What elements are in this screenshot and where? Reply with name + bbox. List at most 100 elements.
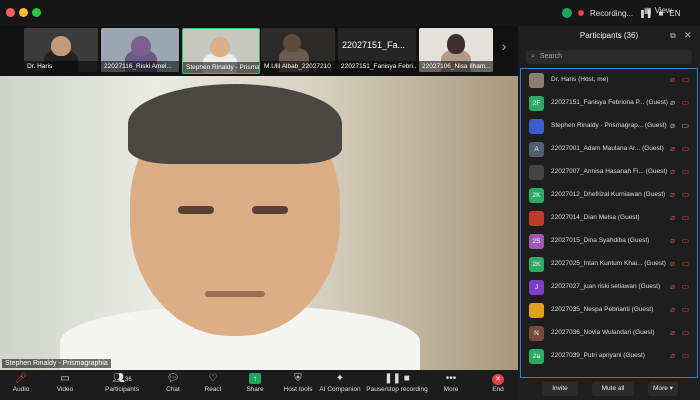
camera-off-icon[interactable]: ▭ (681, 324, 689, 342)
mic-muted-icon[interactable]: ⌀ (670, 140, 675, 158)
mute-all-button[interactable]: Mute all (592, 382, 634, 396)
speaker-hair (128, 84, 342, 164)
participant-row[interactable]: N 22027036_Novia Wulandari (Guest) ⌀ ▭ (527, 324, 693, 342)
maximize-window-button[interactable] (32, 8, 41, 17)
toolbar-label: More (443, 386, 459, 393)
video-thumbnail[interactable]: Dr. Haris (24, 28, 98, 72)
participant-row[interactable]: 2S 22027015_Dina Syahdiba (Guest) ⌀ ▭ (527, 232, 693, 250)
participants-icon: 👥︎36 (112, 373, 132, 384)
thumbnail-name: M.Ulil Albab_22027210 (261, 61, 335, 72)
camera-off-icon[interactable]: ▭ (681, 71, 689, 89)
host-tools-button[interactable]: ⛨ Host tools (280, 372, 316, 398)
participant-row[interactable]: A 22027001_Adam Maulana Ar... (Guest) ⌀ ▭ (527, 140, 693, 158)
more-options-button[interactable]: More ▾ (648, 382, 678, 396)
pause-stop-icon: ❚❚ ■ (384, 373, 410, 384)
mic-muted-icon[interactable]: ⌀ (670, 255, 675, 273)
camera-off-icon[interactable]: ▭ (681, 278, 689, 296)
speaker-right-eye (252, 206, 288, 214)
minimize-window-button[interactable] (19, 8, 28, 17)
video-thumbnail-active-speaker[interactable]: Stephen Rinaldy - Prisma... (182, 28, 260, 74)
toolbar-label: AI Companion (319, 386, 361, 393)
participant-row[interactable]: 2K 22027025_Intan Kuntum Khai... (Guest) ⌀… (527, 255, 693, 273)
thumbnail-name: Dr. Haris (24, 61, 98, 72)
participant-row[interactable]: Dr. Haris (Host, me) ⌀ ▭ (527, 71, 693, 89)
participant-row[interactable]: 22027035_Nespa Pebrianti (Guest) ⌀ ▭ (527, 301, 693, 319)
more-button[interactable]: ••• More (436, 372, 466, 398)
speaker-mouth (205, 291, 265, 297)
participants-panel: Participants (36) ⧉ ✕ ⌕ Search Dr. Haris… (518, 26, 700, 400)
mic-on-icon[interactable]: ⌀ (670, 117, 675, 135)
end-button[interactable]: ✕ End (484, 372, 512, 398)
main-video: Stephen Rinaldy - Prismagraphia (0, 76, 518, 370)
video-thumbnail-off[interactable]: 22027151_Fa... 22027151_Fanisya Febri... (338, 28, 416, 72)
participants-list[interactable]: Dr. Haris (Host, me) ⌀ ▭ 2F 22027151_Fanisy… (520, 68, 698, 378)
close-window-button[interactable] (6, 8, 15, 17)
camera-off-icon[interactable]: ▭ (681, 163, 689, 181)
toolbar-label: Share (246, 386, 264, 393)
more-icon: ••• (445, 373, 457, 384)
active-speaker-label: Stephen Rinaldy - Prismagraphia (2, 359, 111, 368)
participant-row[interactable]: 22027007_Annisa Hasanah Fi... (Guest) ⌀ ▭ (527, 163, 693, 181)
participant-row[interactable]: 22027014_Dian Melsa (Guest) ⌀ ▭ (527, 209, 693, 227)
view-button[interactable]: ▦ View (644, 6, 672, 15)
mic-muted-icon[interactable]: ⌀ (670, 278, 675, 296)
chat-icon: 💬︎ (166, 373, 180, 384)
camera-off-icon[interactable]: ▭ (681, 94, 689, 112)
react-button[interactable]: ♡ React (198, 372, 228, 398)
end-icon: ✕ (484, 372, 512, 386)
next-page-arrow-icon[interactable]: › (497, 38, 511, 60)
participant-row[interactable]: J 22027027_juan riski setiawan (Guest) ⌀ ▭ (527, 278, 693, 296)
recording-dot-icon (578, 10, 584, 16)
mic-muted-icon[interactable]: ⌀ (670, 232, 675, 250)
participant-row[interactable]: 2a 22027039_Putri apriyani (Guest) ⌀ ▭ (527, 347, 693, 365)
participants-button[interactable]: 👥︎36 Participants (100, 372, 144, 398)
avatar (529, 303, 544, 318)
camera-off-icon[interactable]: ▭ (681, 140, 689, 158)
ai-companion-button[interactable]: ✦ AI Companion (318, 372, 362, 398)
microphone-muted-icon: 🎤︎ (14, 373, 28, 384)
avatar (529, 211, 544, 226)
invite-button[interactable]: Invite (542, 382, 578, 396)
mic-muted-icon[interactable]: ⌀ (670, 347, 675, 365)
avatar (529, 73, 544, 88)
speaker-left-eye (178, 206, 214, 214)
participant-row[interactable]: 2F 22027151_Fanisya Febriona P... (Guest)… (527, 94, 693, 112)
camera-off-icon[interactable]: ▭ (681, 301, 689, 319)
avatar: J (529, 280, 544, 295)
mic-on-icon[interactable]: ⌀ (670, 94, 675, 112)
camera-on-icon[interactable]: ▭ (681, 117, 689, 135)
pause-stop-recording-button[interactable]: ❚❚ ■ Pause/stop recording (364, 372, 430, 398)
pop-out-icon[interactable]: ⧉ (670, 31, 676, 41)
share-button[interactable]: ↑ Share (240, 372, 270, 398)
video-thumbnail[interactable]: M.Ulil Albab_22027210 (261, 28, 335, 72)
camera-off-icon[interactable]: ▭ (681, 186, 689, 204)
camera-off-icon[interactable]: ▭ (681, 232, 689, 250)
toolbar-label: Participants (105, 386, 139, 393)
avatar (529, 165, 544, 180)
security-shield-icon (562, 8, 572, 18)
participant-row[interactable]: 2K 22027012_Dhefrizal Kurniawan (Guest) ⌀ ▭ (527, 186, 693, 204)
mic-muted-icon[interactable]: ⌀ (670, 186, 675, 204)
avatar: A (529, 142, 544, 157)
camera-off-icon[interactable]: ▭ (681, 255, 689, 273)
close-panel-icon[interactable]: ✕ (684, 30, 692, 41)
chat-button[interactable]: 💬︎ Chat (158, 372, 188, 398)
audio-button[interactable]: 🎤︎ Audio (6, 372, 36, 398)
share-icon: ↑ (240, 372, 270, 386)
toolbar-label: Audio (12, 386, 30, 393)
camera-off-icon[interactable]: ▭ (681, 209, 689, 227)
camera-off-icon[interactable]: ▭ (681, 347, 689, 365)
mic-muted-icon[interactable]: ⌀ (670, 301, 675, 319)
avatar: 2a (529, 349, 544, 364)
mic-muted-icon[interactable]: ⌀ (670, 163, 675, 181)
video-button[interactable]: ▭ Video (50, 372, 80, 398)
mic-muted-icon[interactable]: ⌀ (670, 324, 675, 342)
search-input[interactable]: ⌕ Search (526, 50, 692, 64)
toolbar-label: Chat (166, 386, 180, 393)
video-thumbnail[interactable]: 22027116_Riski Amel... (101, 28, 179, 72)
video-thumbnail[interactable]: 22027106_Nisa Ilham... (419, 28, 493, 72)
participant-row[interactable]: Stephen Rinaldy - Prismagrap... (Guest) ⌀… (527, 117, 693, 135)
search-placeholder: Search (539, 53, 563, 60)
mic-muted-icon[interactable]: ⌀ (670, 209, 675, 227)
mic-muted-icon[interactable]: ⌀ (670, 71, 675, 89)
